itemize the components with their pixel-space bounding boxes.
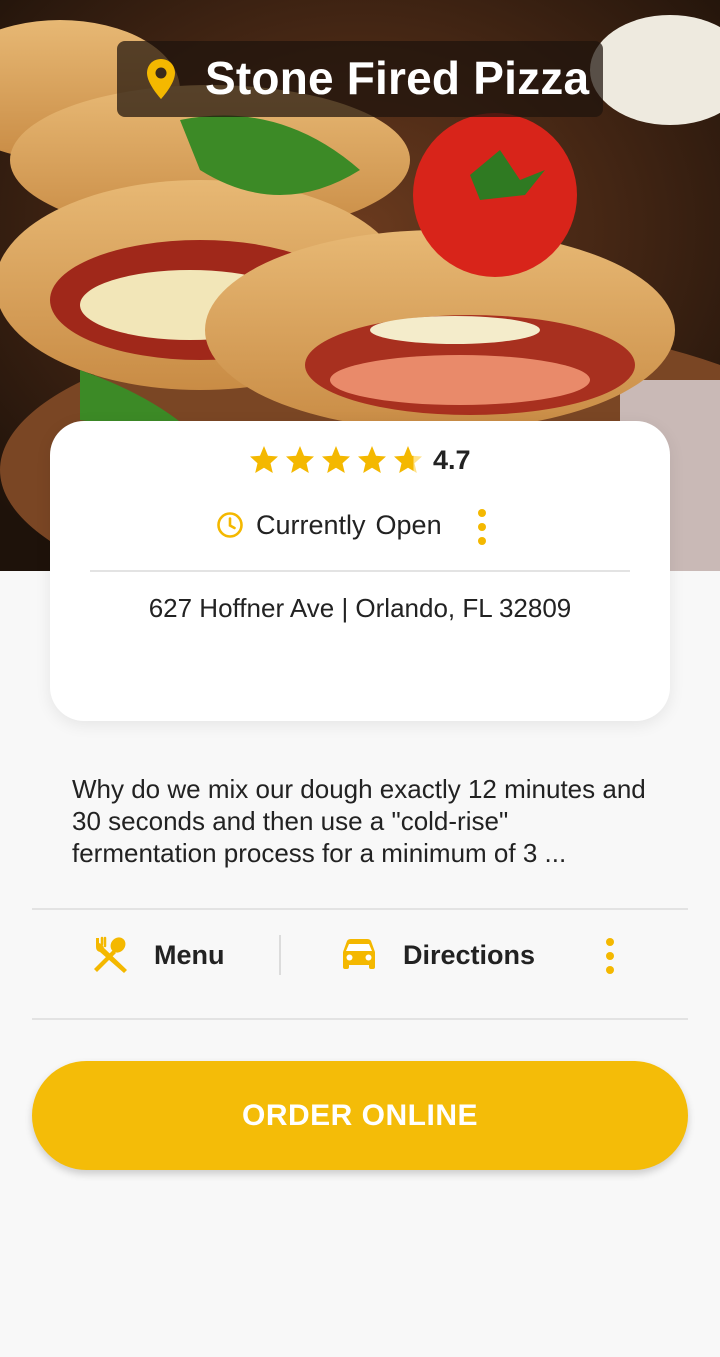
hours-more-icon[interactable]: [476, 509, 488, 545]
star-icon: [286, 446, 314, 473]
star-icon: [358, 446, 386, 473]
address: 627 Hoffner Ave | Orlando, FL 32809: [148, 593, 572, 623]
hours-label: Currently: [256, 509, 366, 540]
star-icon: [322, 446, 350, 473]
rating-value: 4.7: [433, 445, 471, 475]
hours-status: Currently Open: [216, 507, 442, 543]
location-pin-icon: [147, 59, 175, 99]
car-icon: [343, 939, 375, 969]
star-icon: [250, 446, 278, 473]
open-status: Open: [375, 509, 442, 540]
restaurant-name: Stone Fired Pizza: [205, 52, 590, 104]
menu-label: Menu: [154, 939, 225, 970]
action-separator: [279, 935, 281, 975]
more-actions-icon[interactable]: [604, 938, 616, 974]
fork-spoon-icon: [94, 936, 127, 973]
info-card: 4.7 Currently Open 627 Hoffner Ave | Orl…: [50, 421, 670, 721]
divider: [32, 908, 688, 910]
title-bar: Stone Fired Pizza: [117, 41, 603, 117]
order-online-label: ORDER ONLINE: [241, 1098, 478, 1132]
directions-button[interactable]: Directions: [339, 935, 535, 975]
order-online-button[interactable]: ORDER ONLINE: [32, 1061, 688, 1170]
divider: [32, 1018, 688, 1020]
menu-button[interactable]: Menu: [90, 935, 225, 975]
clock-icon: [217, 512, 243, 538]
directions-label: Directions: [403, 939, 536, 970]
star-rating: [248, 443, 424, 479]
description-text[interactable]: Why do we mix our dough exactly 12 minut…: [72, 773, 652, 869]
card-divider: [90, 570, 630, 572]
half-star-icon: [394, 446, 422, 473]
star-icons: [250, 446, 422, 473]
